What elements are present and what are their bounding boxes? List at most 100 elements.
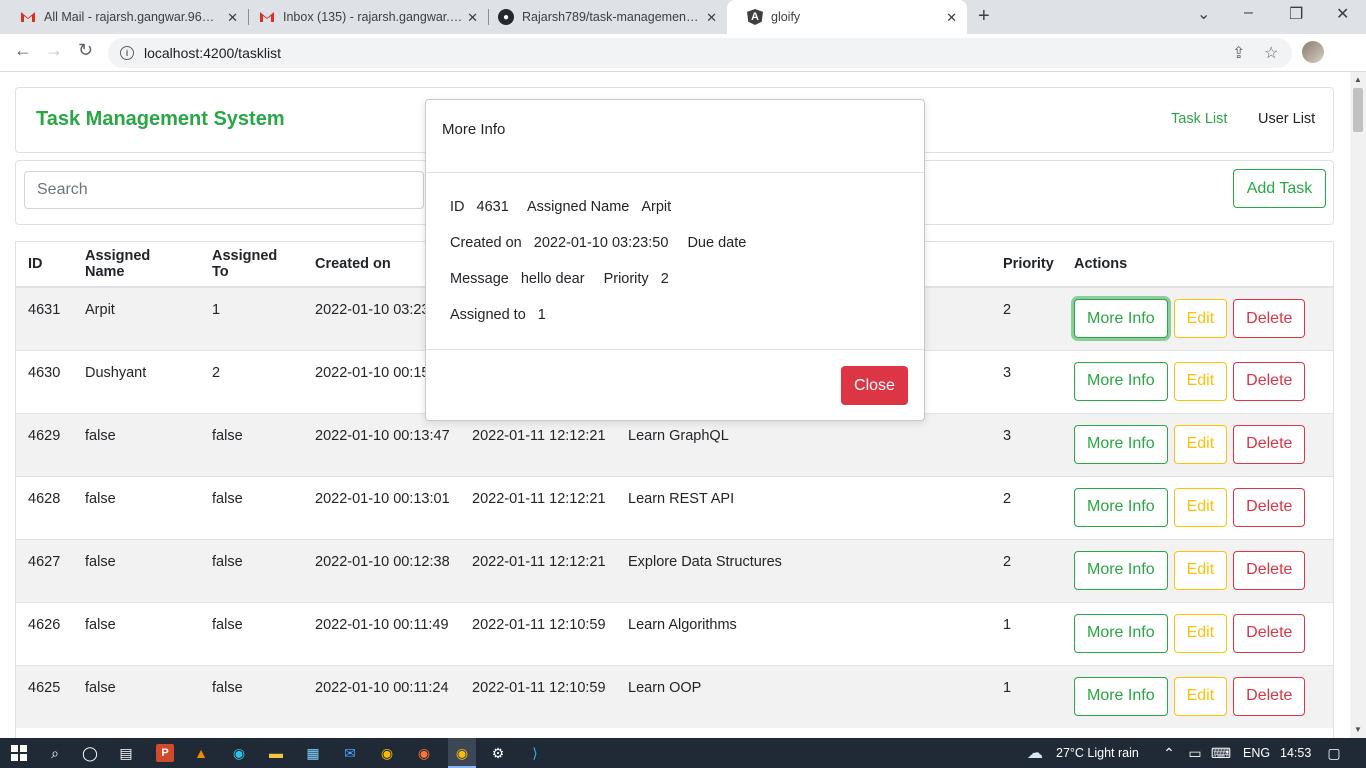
id-label: ID (450, 199, 465, 215)
search-input[interactable] (24, 171, 424, 209)
restore-icon[interactable]: ❐ (1289, 4, 1303, 24)
bookmark-star-icon[interactable]: ☆ (1264, 43, 1278, 63)
language-indicator[interactable]: ENG (1243, 746, 1270, 760)
new-tab-icon[interactable]: + (978, 5, 990, 28)
site-info-icon[interactable]: i (120, 46, 134, 60)
edit-button[interactable]: Edit (1173, 361, 1228, 401)
scroll-up-icon[interactable]: ▲ (1354, 75, 1362, 84)
delete-button[interactable]: Delete (1233, 424, 1306, 464)
store-icon[interactable]: ▦ (304, 744, 322, 762)
nav-user-list[interactable]: User List (1258, 111, 1315, 127)
delete-button[interactable]: Delete (1233, 361, 1306, 401)
more-info-button[interactable]: More Info (1074, 299, 1168, 338)
window-close-icon[interactable]: ✕ (1336, 4, 1349, 24)
gmail-icon (259, 9, 275, 25)
browser-tab-active[interactable]: A gloify ✕ (727, 0, 967, 34)
battery-icon[interactable]: ▭ (1186, 744, 1204, 762)
column-header-actions: Actions (1062, 242, 1333, 288)
edit-button[interactable]: Edit (1173, 487, 1228, 527)
assigned-to-label: Assigned to (450, 307, 526, 323)
cell-id: 4625 (16, 664, 73, 728)
assigned-name-value: Arpit (641, 199, 672, 215)
cell-name: false (73, 475, 200, 539)
reload-icon[interactable]: ↻ (78, 40, 93, 61)
search-icon[interactable]: ⌕ (46, 744, 64, 762)
close-icon[interactable]: ✕ (946, 10, 957, 26)
edit-button[interactable]: Edit (1173, 676, 1228, 716)
chevron-up-icon[interactable]: ⌃ (1160, 744, 1178, 762)
gmail-icon (20, 9, 36, 25)
weather-text[interactable]: 27°C Light rain (1056, 746, 1139, 760)
browser-tab[interactable]: All Mail - rajarsh.gangwar.96@gm ✕ (0, 0, 248, 34)
delete-button[interactable]: Delete (1233, 299, 1306, 338)
profile-avatar[interactable] (1302, 41, 1324, 63)
vscode-icon[interactable]: ⟩ (526, 744, 544, 762)
edit-button[interactable]: Edit (1173, 424, 1228, 464)
cell-actions: More Info Edit Delete (1062, 601, 1333, 665)
cell-name: Arpit (73, 286, 200, 350)
file-explorer-icon[interactable]: ▬ (267, 744, 285, 762)
edit-button[interactable]: Edit (1173, 613, 1228, 653)
cell-created: 2022-01-10 00:12:38 (303, 538, 460, 602)
delete-button[interactable]: Delete (1233, 550, 1306, 590)
keyboard-icon[interactable]: ⌨ (1211, 744, 1231, 762)
url-field[interactable]: i localhost:4200/tasklist (108, 38, 1292, 68)
cell-id: 4631 (16, 286, 73, 350)
browser-tab[interactable]: ● Rajarsh789/task-management-sy ✕ (478, 0, 727, 34)
table-row: 4625 false false 2022-01-10 00:11:24 2022-01… (16, 664, 1333, 728)
edit-button[interactable]: Edit (1173, 550, 1228, 590)
mail-icon[interactable]: ✉ (341, 744, 359, 762)
edge-icon[interactable]: ◉ (230, 744, 248, 762)
more-info-button[interactable]: More Info (1074, 487, 1168, 527)
scrollbar-thumb[interactable] (1353, 88, 1363, 132)
settings-gear-icon[interactable]: ⚙ (489, 744, 507, 762)
close-icon[interactable]: ✕ (467, 10, 478, 26)
chrome-active-icon[interactable]: ◉ (453, 744, 471, 762)
more-info-button[interactable]: More Info (1074, 613, 1168, 653)
nav-task-list[interactable]: Task List (1171, 111, 1227, 127)
column-header-name: Assigned Name (73, 242, 200, 288)
column-header-assigned-to: Assigned To (200, 242, 303, 288)
scroll-down-icon[interactable]: ▼ (1354, 725, 1362, 734)
due-date-label: Due date (687, 235, 747, 251)
close-icon[interactable]: ✕ (706, 10, 717, 26)
edit-button[interactable]: Edit (1173, 299, 1228, 338)
windows-start-icon[interactable] (10, 744, 28, 762)
forward-icon[interactable]: → (45, 40, 63, 61)
delete-button[interactable]: Delete (1233, 613, 1306, 653)
notifications-icon[interactable]: ▢ (1325, 744, 1343, 762)
app-brand[interactable]: Task Management System (36, 108, 285, 131)
modal-row: ID 4631 Assigned Name Arpit (450, 199, 900, 235)
add-task-button[interactable]: Add Task (1233, 169, 1326, 208)
page-scrollbar[interactable]: ▲ ▼ (1350, 72, 1366, 738)
powerpoint-icon[interactable]: P (156, 744, 174, 762)
cell-id: 4630 (16, 349, 73, 413)
cell-to: false (200, 475, 303, 539)
tab-search-icon[interactable]: ⌄ (1197, 4, 1210, 24)
weather-cloud-icon[interactable]: ☁ (1026, 744, 1044, 762)
browser-tab[interactable]: Inbox (135) - rajarsh.gangwar.97( ✕ (239, 0, 488, 34)
delete-button[interactable]: Delete (1233, 676, 1306, 716)
clock[interactable]: 14:53 (1280, 746, 1311, 760)
column-header-id: ID (16, 242, 73, 288)
close-button[interactable]: Close (841, 366, 908, 405)
more-info-button[interactable]: More Info (1074, 361, 1168, 401)
chrome-icon[interactable]: ◉ (378, 744, 396, 762)
more-info-button[interactable]: More Info (1074, 550, 1168, 590)
vlc-icon[interactable]: ▲ (192, 744, 210, 762)
cell-due: 2022-01-11 12:10:59 (460, 601, 616, 665)
task-view-icon[interactable]: ▤ (117, 744, 135, 762)
more-info-button[interactable]: More Info (1074, 676, 1168, 716)
share-icon[interactable]: ⇪ (1232, 43, 1245, 63)
more-info-button[interactable]: More Info (1074, 424, 1168, 464)
firefox-icon[interactable]: ◉ (415, 744, 433, 762)
table-row: 4626 false false 2022-01-10 00:11:49 2022-01… (16, 601, 1333, 665)
close-icon[interactable]: ✕ (227, 10, 238, 26)
delete-button[interactable]: Delete (1233, 487, 1306, 527)
back-icon[interactable]: ← (14, 40, 32, 61)
minimize-icon[interactable]: – (1244, 4, 1253, 22)
cell-message: Learn GraphQL (616, 412, 991, 476)
modal-row: Created on 2022-01-10 03:23:50 Due date (450, 235, 900, 271)
cortana-icon[interactable]: ◯ (81, 744, 99, 762)
cell-message: Learn Algorithms (616, 601, 991, 665)
